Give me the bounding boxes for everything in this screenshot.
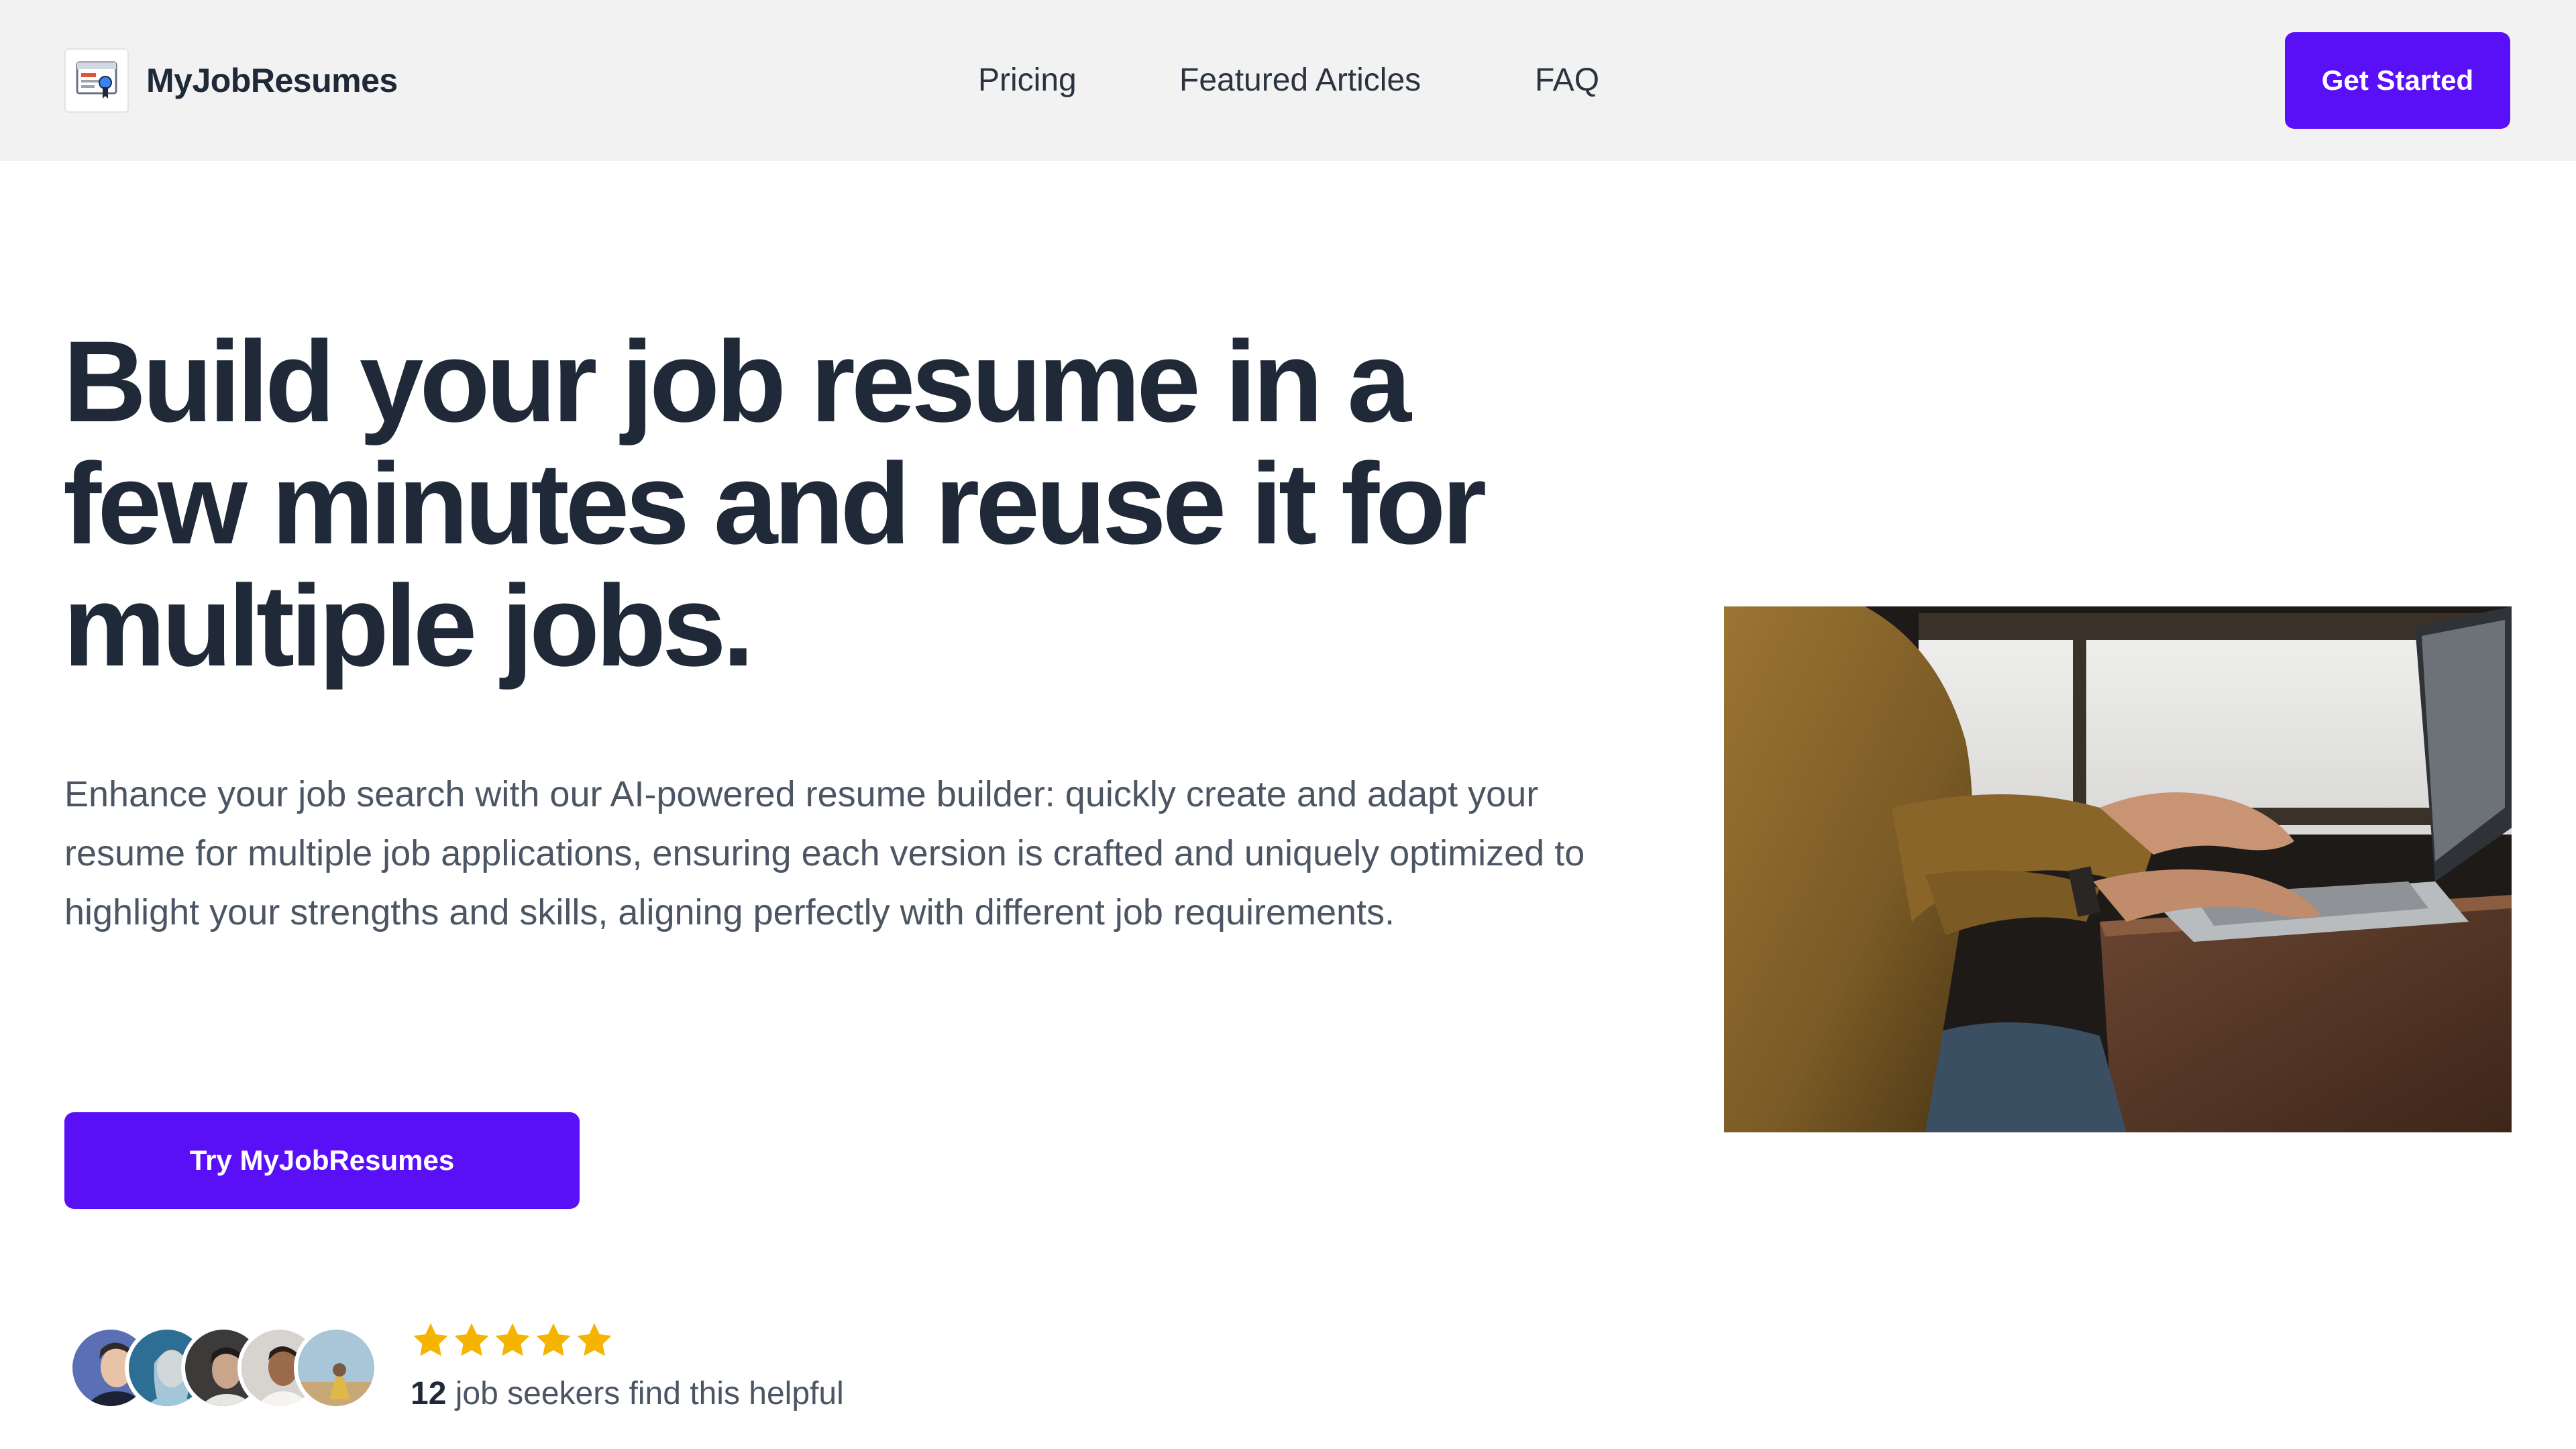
hero-title: Build your job resume in a few minutes a… [63, 317, 1487, 690]
user-avatars [68, 1326, 378, 1413]
nav-featured-articles[interactable]: Featured Articles [1179, 60, 1421, 101]
avatar [294, 1326, 378, 1410]
social-proof-text: 12 job seekers find this helpful [411, 1373, 844, 1415]
hero-photo [1724, 606, 2512, 1132]
resume-logo-icon [64, 48, 129, 113]
star-icon [495, 1323, 530, 1356]
helpful-label: job seekers find this helpful [446, 1376, 844, 1411]
nav-pricing[interactable]: Pricing [978, 60, 1077, 101]
helpful-count: 12 [411, 1376, 447, 1411]
brand-name: MyJobResumes [146, 62, 398, 99]
rating-stars [411, 1320, 615, 1360]
hero-description: Enhance your job search with our AI-powe… [64, 774, 1585, 932]
nav-faq[interactable]: FAQ [1535, 60, 1599, 101]
site-header: MyJobResumes Pricing Featured Articles F… [0, 0, 2576, 161]
get-started-button[interactable]: Get Started [2285, 32, 2510, 129]
try-myjobresumes-button[interactable]: Try MyJobResumes [64, 1112, 580, 1209]
star-icon [413, 1323, 448, 1356]
brand[interactable]: MyJobResumes [64, 48, 398, 113]
star-icon [454, 1323, 489, 1356]
star-icon [536, 1323, 571, 1356]
star-icon [577, 1323, 612, 1356]
